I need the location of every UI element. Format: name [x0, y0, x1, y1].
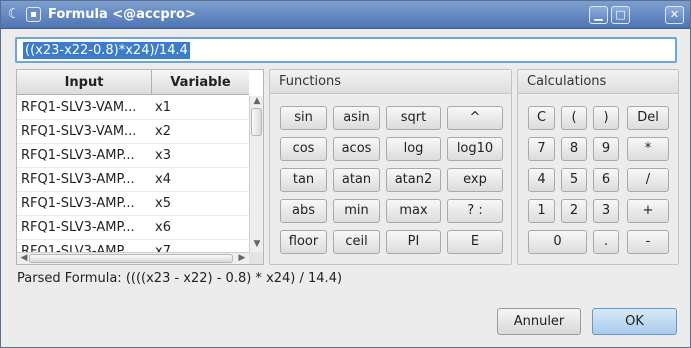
calc-9-button[interactable]: 9 — [593, 137, 619, 161]
window-title: Formula <@accpro> — [48, 7, 196, 22]
scroll-up-icon[interactable]: ▲ — [250, 96, 264, 106]
fn-asin-button[interactable]: asin — [333, 106, 380, 130]
calc-open-paren-button[interactable]: ( — [561, 106, 587, 130]
parsed-formula-value: ((((x23 - x22) - 0.8) * x24) / 14.4) — [125, 271, 343, 286]
calc-delete-button[interactable]: Del — [627, 106, 669, 130]
calc-6-button[interactable]: 6 — [593, 168, 619, 192]
calc-clear-button[interactable]: C — [528, 106, 555, 130]
calc-plus-button[interactable]: + — [627, 199, 669, 223]
cancel-button[interactable]: Annuler — [497, 308, 581, 335]
app-icon: ☾ — [7, 6, 21, 22]
input-cell: RFQ1-SLV3-AMP... — [21, 172, 135, 187]
scroll-right-icon[interactable]: ▶ — [235, 253, 249, 264]
fn-log-button[interactable]: log — [386, 137, 441, 161]
calc-0-button[interactable]: 0 — [528, 230, 587, 254]
formula-input[interactable]: ((x23-x22-0.8)*x24)/14.4 — [15, 37, 677, 63]
calc-decimal-button[interactable]: . — [593, 230, 619, 254]
variables-table: Input Variable RFQ1-SLV3-VAM... x1 RFQ1-… — [16, 69, 264, 265]
fn-power-button[interactable]: ^ — [447, 106, 503, 130]
scroll-corner — [249, 252, 263, 264]
calc-3-button[interactable]: 3 — [593, 199, 619, 223]
calc-minus-button[interactable]: - — [627, 230, 669, 254]
parsed-formula-label: Parsed Formula: — [17, 271, 122, 286]
ok-button[interactable]: OK — [592, 308, 677, 335]
table-row[interactable]: RFQ1-SLV3-AMP... x4 — [17, 168, 249, 192]
fn-tan-button[interactable]: tan — [280, 168, 327, 192]
variable-cell: x7 — [155, 244, 171, 252]
fn-atan-button[interactable]: atan — [333, 168, 380, 192]
variable-cell: x5 — [155, 196, 171, 211]
table-body: RFQ1-SLV3-VAM... x1 RFQ1-SLV3-VAM... x2 … — [17, 96, 249, 252]
table-header: Input Variable — [17, 70, 249, 95]
table-row[interactable]: RFQ1-SLV3-VAM... x2 — [17, 120, 249, 144]
calc-2-button[interactable]: 2 — [561, 199, 587, 223]
fn-acos-button[interactable]: acos — [333, 137, 380, 161]
variable-cell: x4 — [155, 172, 171, 187]
window-menu-icon[interactable]: ▪ — [26, 7, 41, 22]
input-cell: RFQ1-SLV3-AMP... — [21, 220, 135, 235]
fn-atan2-button[interactable]: atan2 — [386, 168, 441, 192]
vertical-scrollbar[interactable]: ▲ ▼ — [249, 96, 263, 252]
calc-7-button[interactable]: 7 — [528, 137, 555, 161]
close-button[interactable]: ✕ — [665, 6, 684, 24]
calc-8-button[interactable]: 8 — [561, 137, 587, 161]
fn-min-button[interactable]: min — [333, 199, 380, 223]
variable-cell: x1 — [155, 100, 171, 115]
input-cell: RFQ1-SLV3-AMP... — [21, 244, 135, 252]
calc-5-button[interactable]: 5 — [561, 168, 587, 192]
calc-4-button[interactable]: 4 — [528, 168, 555, 192]
variable-cell: x2 — [155, 124, 171, 139]
parsed-formula: Parsed Formula: ((((x23 - x22) - 0.8) * … — [17, 271, 342, 286]
fn-log10-button[interactable]: log10 — [447, 137, 503, 161]
fn-sin-button[interactable]: sin — [280, 106, 327, 130]
calc-multiply-button[interactable]: * — [627, 137, 669, 161]
fn-cos-button[interactable]: cos — [280, 137, 327, 161]
scroll-down-icon[interactable]: ▼ — [250, 239, 264, 249]
input-cell: RFQ1-SLV3-VAM... — [21, 124, 137, 139]
input-cell: RFQ1-SLV3-AMP... — [21, 196, 135, 211]
fn-max-button[interactable]: max — [386, 199, 441, 223]
fn-pi-button[interactable]: PI — [386, 230, 441, 254]
title-bar[interactable]: ☾ ▪ Formula <@accpro> ▁ □ ✕ — [1, 1, 690, 29]
vertical-scroll-thumb[interactable] — [251, 108, 262, 136]
horizontal-scroll-thumb[interactable] — [29, 254, 233, 263]
column-header-variable[interactable]: Variable — [151, 70, 249, 95]
table-row[interactable]: RFQ1-SLV3-AMP... x6 — [17, 216, 249, 240]
formula-input-selected-text: ((x23-x22-0.8)*x24)/14.4 — [23, 42, 190, 59]
horizontal-scrollbar[interactable]: ◀ ▶ — [17, 252, 249, 264]
calculations-panel: Calculations C ( ) Del 7 8 9 * 4 5 6 / 1… — [517, 69, 679, 265]
functions-title: Functions — [270, 70, 511, 94]
fn-sqrt-button[interactable]: sqrt — [386, 106, 441, 130]
calc-1-button[interactable]: 1 — [528, 199, 555, 223]
calculations-title: Calculations — [518, 70, 678, 94]
table-row[interactable]: RFQ1-SLV3-AMP... x7 — [17, 240, 249, 252]
input-cell: RFQ1-SLV3-VAM... — [21, 100, 137, 115]
variable-cell: x3 — [155, 148, 171, 163]
functions-panel: Functions sin asin sqrt ^ cos acos log l… — [269, 69, 512, 265]
minimize-button[interactable]: ▁ — [589, 6, 608, 24]
fn-exp-button[interactable]: exp — [447, 168, 503, 192]
fn-ceil-button[interactable]: ceil — [333, 230, 380, 254]
table-row[interactable]: RFQ1-SLV3-AMP... x3 — [17, 144, 249, 168]
maximize-button[interactable]: □ — [611, 6, 630, 24]
column-header-input[interactable]: Input — [17, 70, 151, 95]
fn-e-button[interactable]: E — [447, 230, 503, 254]
fn-abs-button[interactable]: abs — [280, 199, 327, 223]
fn-floor-button[interactable]: floor — [280, 230, 327, 254]
input-cell: RFQ1-SLV3-AMP... — [21, 148, 135, 163]
table-row[interactable]: RFQ1-SLV3-AMP... x5 — [17, 192, 249, 216]
variable-cell: x6 — [155, 220, 171, 235]
calc-close-paren-button[interactable]: ) — [593, 106, 619, 130]
calc-divide-button[interactable]: / — [627, 168, 669, 192]
table-row[interactable]: RFQ1-SLV3-VAM... x1 — [17, 96, 249, 120]
fn-ternary-button[interactable]: ? : — [447, 199, 503, 223]
formula-dialog: ☾ ▪ Formula <@accpro> ▁ □ ✕ ((x23-x22-0.… — [0, 0, 691, 348]
